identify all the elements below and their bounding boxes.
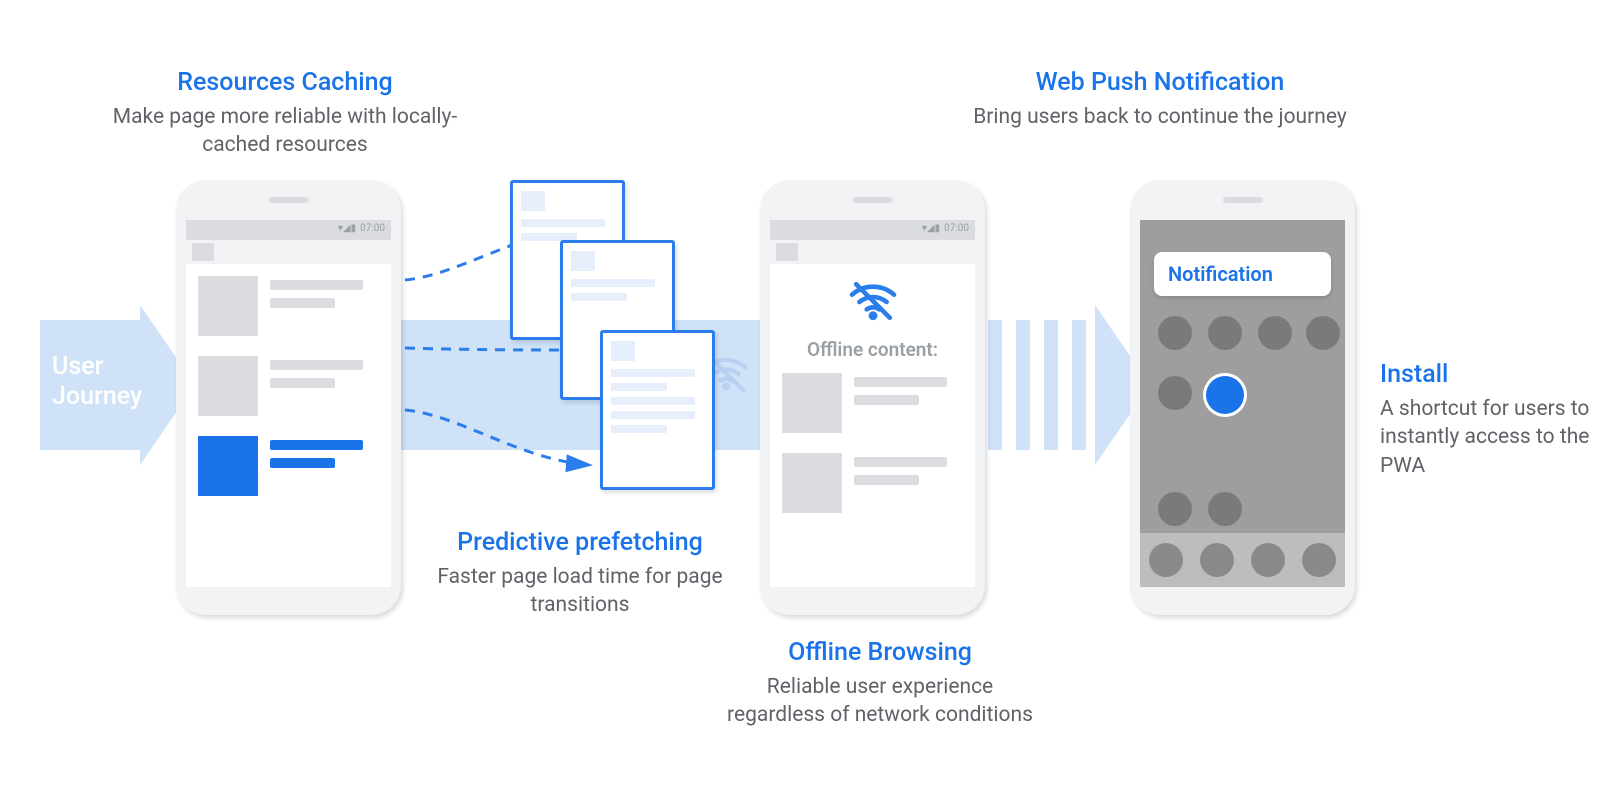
app-icon — [1258, 316, 1292, 350]
phone-homescreen: Notification — [1130, 180, 1355, 615]
caching-label: Resources Caching Make page more reliabl… — [100, 68, 470, 160]
prefetch-label: Predictive prefetching Faster page load … — [415, 528, 745, 620]
prefetch-title: Predictive prefetching — [415, 528, 745, 557]
list-item — [198, 276, 379, 336]
offline-label: Offline Browsing Reliable user experienc… — [720, 638, 1040, 730]
prefetch-arrow-3 — [400, 400, 600, 480]
caching-title: Resources Caching — [100, 68, 470, 97]
dock — [1140, 533, 1345, 587]
app-icon — [1208, 492, 1242, 526]
push-title: Web Push Notification — [970, 68, 1350, 97]
prefetch-sub: Faster page load time for page transitio… — [415, 563, 745, 620]
list-item — [782, 373, 963, 433]
app-icon — [1158, 376, 1192, 410]
install-sub: A shortcut for users to instantly access… — [1380, 395, 1590, 480]
offline-title: Offline Browsing — [720, 638, 1040, 667]
offline-sub: Reliable user experience regardless of n… — [720, 673, 1040, 730]
app-icon — [1306, 316, 1340, 350]
push-label: Web Push Notification Bring users back t… — [970, 68, 1350, 131]
app-icon — [1208, 316, 1242, 350]
offline-content-heading: Offline content: — [782, 334, 963, 373]
app-icon-grid — [1158, 316, 1327, 526]
notification-banner: Notification — [1154, 252, 1331, 296]
phone-offline: ▾◢▮07:00 Offline content: — [760, 180, 985, 615]
push-sub: Bring users back to continue the journey — [970, 103, 1350, 131]
pwa-app-icon — [1206, 376, 1244, 414]
statusbar: ▾◢▮07:00 — [186, 220, 391, 240]
wifi-off-icon — [782, 280, 963, 326]
install-label: Install A shortcut for users to instantl… — [1380, 360, 1590, 480]
list-item — [198, 356, 379, 416]
install-title: Install — [1380, 360, 1590, 389]
app-icon — [1158, 316, 1192, 350]
flow-arrow-gap — [988, 320, 1086, 450]
app-icon — [1158, 492, 1192, 526]
list-item-highlighted — [198, 436, 379, 496]
caching-sub: Make page more reliable with locally-cac… — [100, 103, 470, 160]
prefetch-card — [600, 330, 715, 490]
flow-arrow-label: UserJourney — [52, 352, 142, 412]
list-item — [782, 453, 963, 513]
phone-caching: ▾◢▮07:00 — [176, 180, 401, 615]
